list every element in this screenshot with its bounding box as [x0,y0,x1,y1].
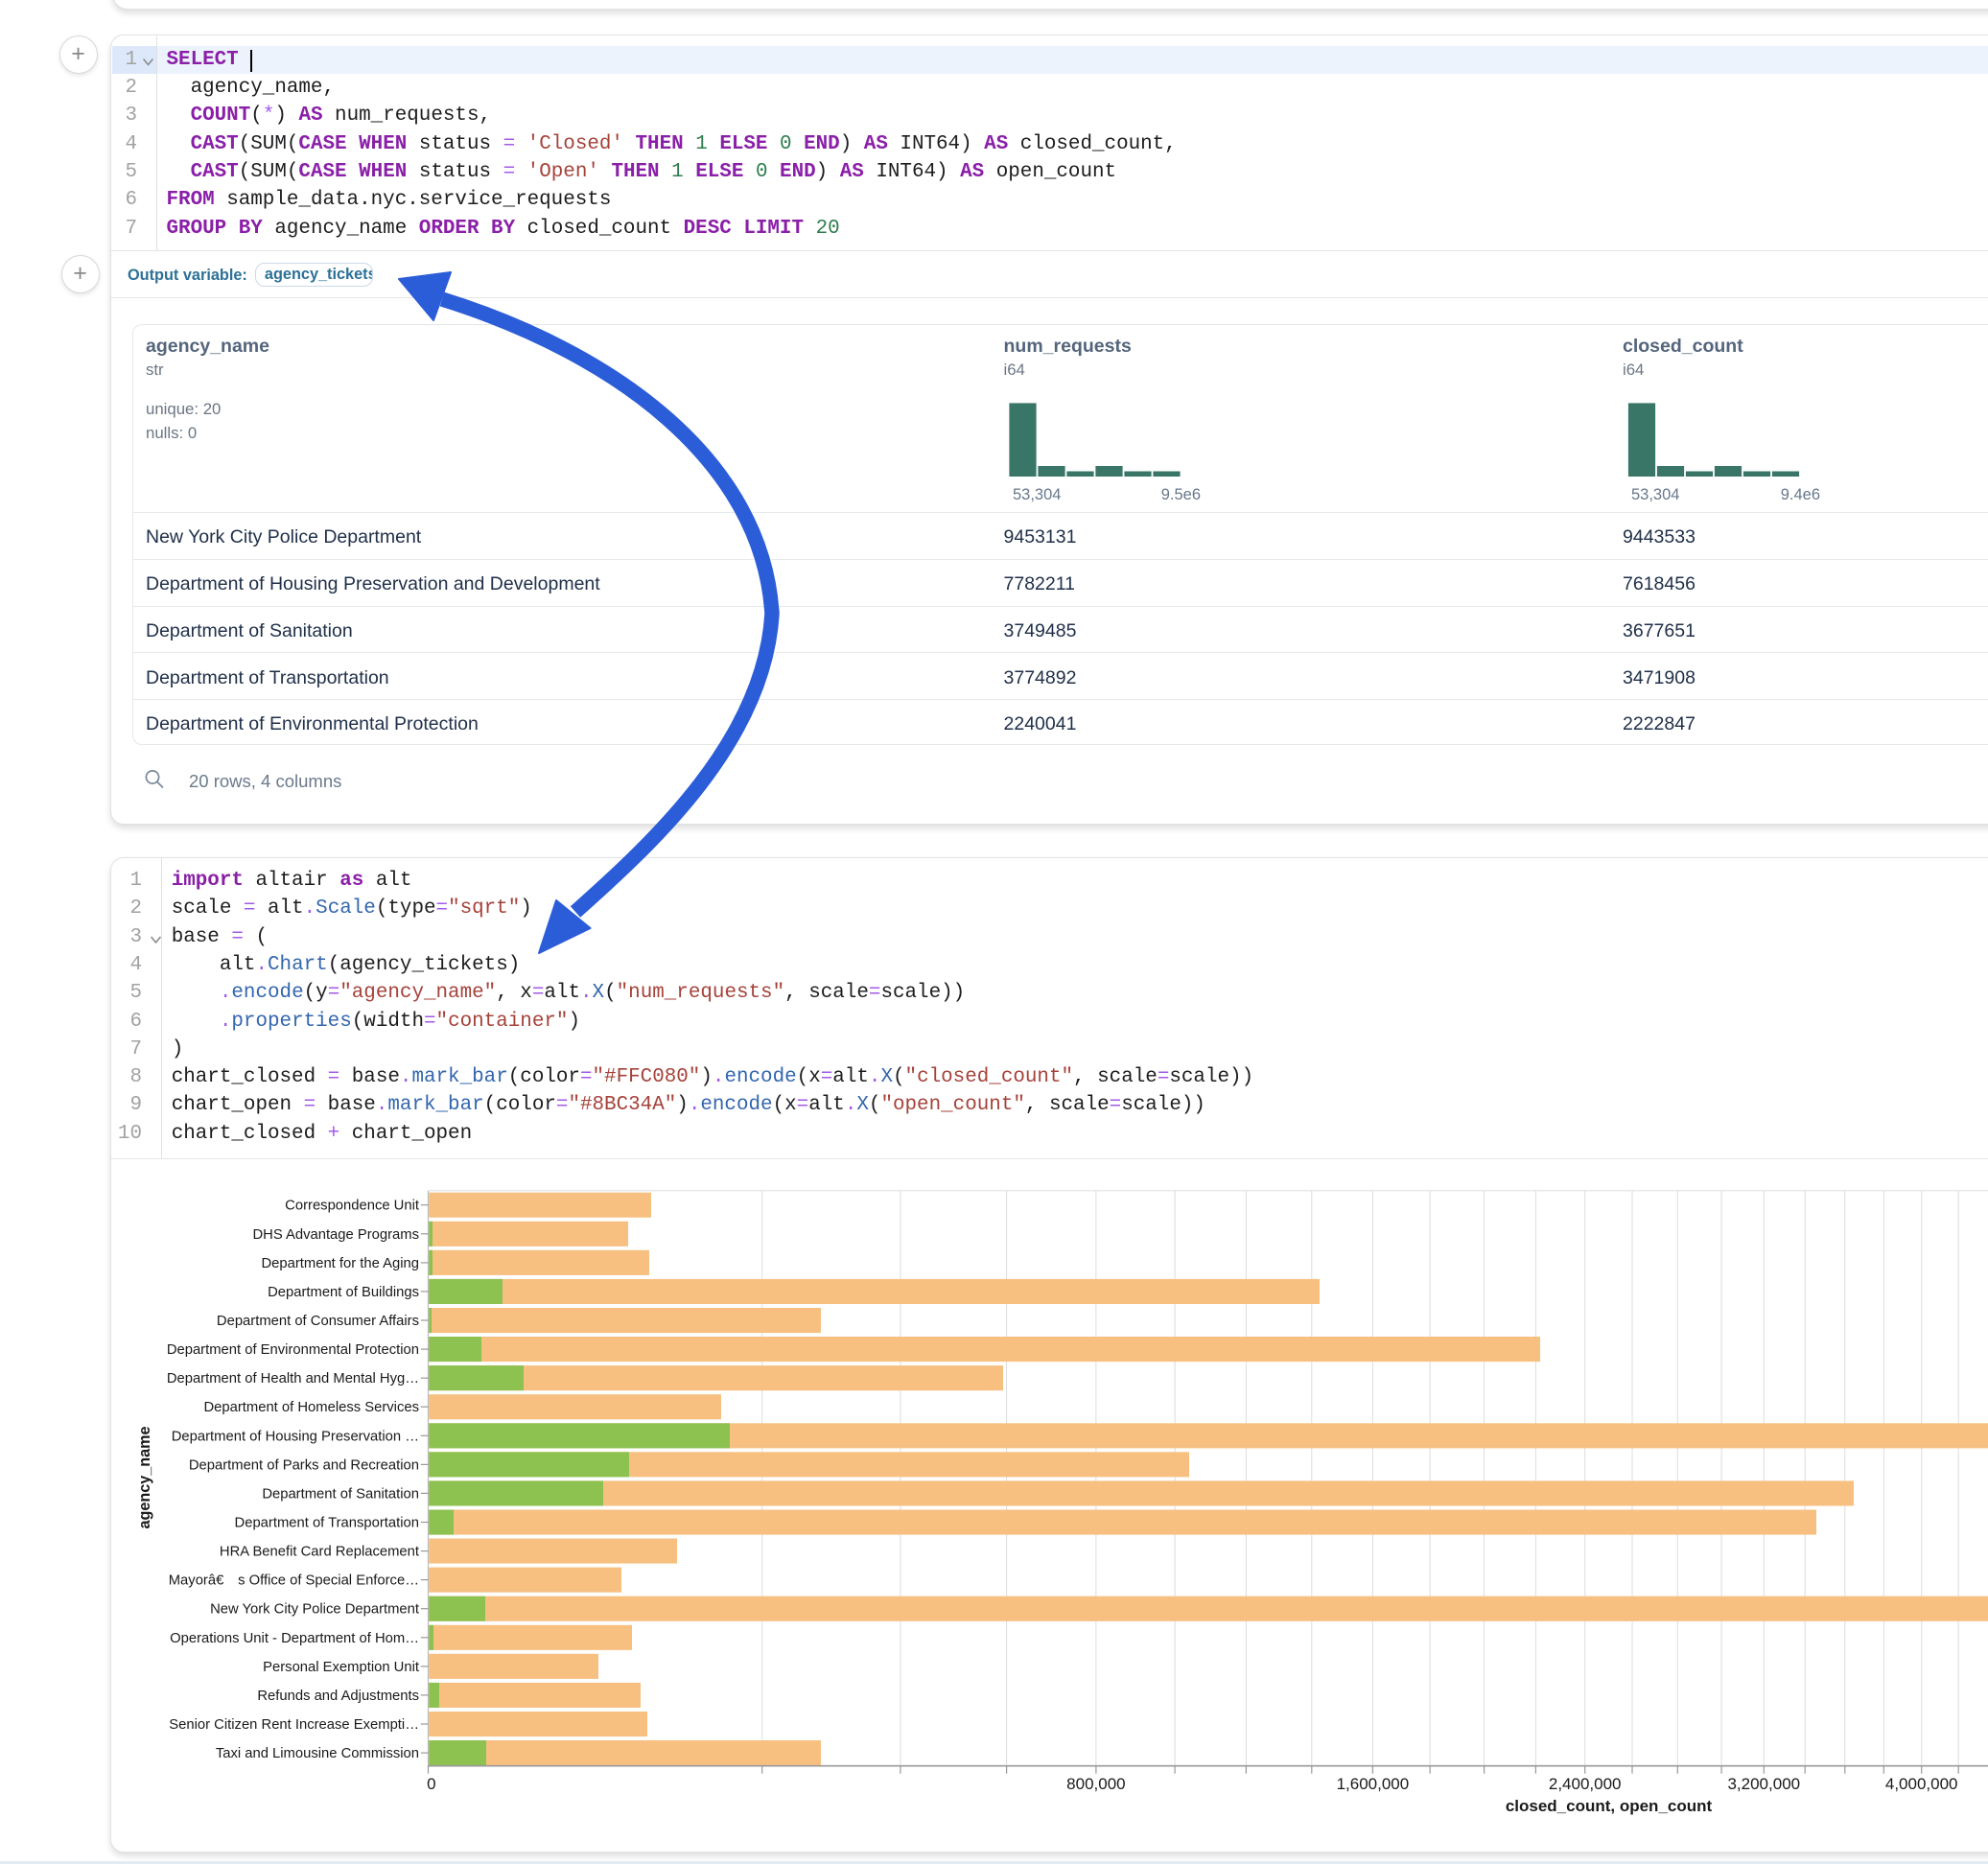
svg-text:closed_count, open_count: closed_count, open_count [1506,1797,1713,1815]
svg-text:1,600,000: 1,600,000 [1337,1775,1410,1793]
svg-text:agency_name: agency_name [136,1426,153,1528]
svg-text:2,400,000: 2,400,000 [1549,1775,1622,1793]
svg-text:HRA Benefit Card Replacement: HRA Benefit Card Replacement [220,1545,419,1560]
svg-text:Department of Environmental Pr: Department of Environmental Protection [167,1342,419,1358]
svg-text:Correspondence Unit: Correspondence Unit [285,1199,419,1214]
svg-text:Department of Transportation: Department of Transportation [235,1516,419,1531]
svg-text:Department of Parks and Recrea: Department of Parks and Recreation [189,1457,419,1473]
svg-text:4,000,000: 4,000,000 [1885,1775,1958,1793]
svg-text:DHS Advantage Programs: DHS Advantage Programs [252,1227,419,1243]
svg-text:Personal Exemption Unit: Personal Exemption Unit [263,1660,419,1675]
svg-text:Department for the Aging: Department for the Aging [261,1256,419,1271]
svg-text:Mayorâ€ s Office of Special En: Mayorâ€ s Office of Special Enforce… [169,1573,419,1589]
svg-text:9.5e6: 9.5e6 [1161,486,1201,503]
svg-text:Operations Unit - Department o: Operations Unit - Department of Hom… [170,1631,419,1646]
svg-text:Department of Housing Preserva: Department of Housing Preservation … [172,1429,419,1444]
svg-text:New York City Police Departmen: New York City Police Department [210,1602,419,1618]
svg-text:Department of Sanitation: Department of Sanitation [262,1486,419,1502]
svg-text:53,304: 53,304 [1631,486,1679,503]
svg-text:3,200,000: 3,200,000 [1727,1775,1800,1793]
svg-text:53,304: 53,304 [1013,486,1061,503]
svg-text:Department of Buildings: Department of Buildings [268,1285,419,1300]
svg-text:Senior Citizen Rent Increase E: Senior Citizen Rent Increase Exempti… [169,1717,419,1733]
svg-text:9.4e6: 9.4e6 [1781,486,1820,503]
svg-text:Taxi and Limousine Commission: Taxi and Limousine Commission [216,1746,419,1761]
svg-text:Refunds and Adjustments: Refunds and Adjustments [257,1689,419,1704]
svg-text:Department of Consumer Affairs: Department of Consumer Affairs [217,1314,419,1329]
svg-text:Department of Health and Menta: Department of Health and Mental Hyg… [167,1371,419,1386]
svg-text:800,000: 800,000 [1066,1775,1125,1793]
svg-text:Department of Homeless Service: Department of Homeless Services [203,1400,419,1415]
svg-text:0: 0 [427,1775,435,1793]
